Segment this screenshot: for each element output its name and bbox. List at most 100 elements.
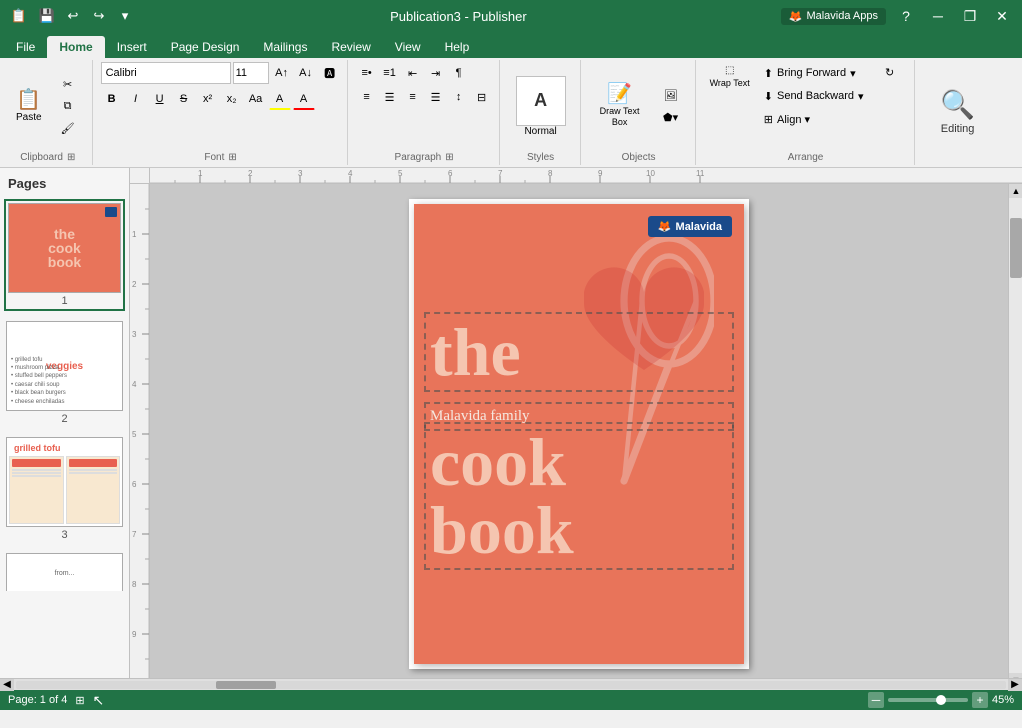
save-button[interactable]: 💾: [36, 5, 58, 27]
svg-text:8: 8: [548, 169, 553, 178]
tab-home[interactable]: Home: [47, 36, 104, 58]
tab-page-design[interactable]: Page Design: [159, 36, 252, 58]
layout-icon[interactable]: ⊞: [75, 694, 84, 707]
customize-quick-access-button[interactable]: ▾: [114, 5, 136, 27]
line-spacing-button[interactable]: ↕: [448, 86, 470, 108]
bring-forward-dropdown[interactable]: ▾: [850, 67, 856, 80]
editing-button[interactable]: 🔍 Editing: [923, 84, 993, 139]
svg-text:9: 9: [132, 630, 137, 639]
help-button[interactable]: ?: [894, 4, 918, 28]
underline-button[interactable]: U: [149, 88, 171, 110]
minimize-button[interactable]: ─: [926, 4, 950, 28]
wrap-text-button[interactable]: ⬚ Wrap Text: [704, 62, 756, 91]
scroll-track[interactable]: [1009, 198, 1022, 673]
picture-button[interactable]: 🖼: [653, 85, 689, 105]
font-shrink-button[interactable]: A↓: [295, 62, 317, 84]
subscript-button[interactable]: x₂: [221, 88, 243, 110]
align-left-button[interactable]: ≡: [356, 86, 378, 108]
editing-content: 🔍 Editing: [923, 62, 993, 161]
highlight-button[interactable]: A: [269, 88, 291, 110]
cut-button[interactable]: ✂: [50, 74, 86, 94]
send-backward-button[interactable]: ⬇ Send Backward ▾: [760, 85, 868, 107]
zoom-out-button[interactable]: ─: [868, 692, 884, 708]
font-name-input[interactable]: [101, 62, 231, 84]
indent-more-button[interactable]: ⇥: [425, 62, 447, 84]
paragraph-group: ≡• ≡1 ⇤ ⇥ ¶ ≡ ☰ ≡ ☰ ↕ ⊟ Paragraph ⊞: [350, 60, 500, 165]
tab-mailings[interactable]: Mailings: [251, 36, 319, 58]
bullets-button[interactable]: ≡•: [356, 62, 378, 84]
font-expand-icon[interactable]: ⊞: [228, 152, 236, 163]
show-hide-button[interactable]: ¶: [448, 62, 470, 84]
superscript-button[interactable]: x²: [197, 88, 219, 110]
tab-help[interactable]: Help: [433, 36, 482, 58]
tab-file[interactable]: File: [4, 36, 47, 58]
draw-text-box-button[interactable]: 📝 Draw Text Box: [589, 76, 651, 136]
clear-format-button[interactable]: 🅰: [319, 62, 341, 84]
undo-button[interactable]: ↩: [62, 5, 84, 27]
bring-forward-button[interactable]: ⬆ Bring Forward ▾: [760, 62, 868, 84]
page-info: Page: 1 of 4: [8, 694, 67, 706]
format-painter-icon: 🖌: [61, 122, 75, 135]
format-painter-button[interactable]: 🖌: [50, 118, 86, 138]
scroll-up-button[interactable]: ▲: [1009, 184, 1022, 198]
clipboard-expand-icon[interactable]: ⊞: [67, 152, 75, 163]
column-button[interactable]: ⊟: [471, 86, 493, 108]
scroll-left-button[interactable]: ◀: [0, 679, 14, 691]
svg-text:3: 3: [132, 330, 137, 339]
send-backward-dropdown[interactable]: ▾: [858, 90, 864, 103]
shapes-button[interactable]: ⬟▾: [653, 107, 689, 127]
strikethrough-button[interactable]: S: [173, 88, 195, 110]
arrange-stack-wrap: ⬚ Wrap Text: [704, 62, 756, 150]
copy-icon: ⧉: [64, 100, 72, 113]
paste-button[interactable]: 📋 Paste: [10, 76, 48, 136]
italic-button[interactable]: I: [125, 88, 147, 110]
tab-insert[interactable]: Insert: [105, 36, 159, 58]
hscroll-thumb[interactable]: [216, 681, 276, 689]
font-size-input[interactable]: [233, 62, 269, 84]
content-area: 1 2 3 4 5 6 7: [130, 168, 1022, 678]
scroll-down-button[interactable]: ▼: [1009, 673, 1022, 678]
draw-text-box-label: Draw Text Box: [595, 106, 645, 128]
bold-button[interactable]: B: [101, 88, 123, 110]
styles-button[interactable]: A Normal: [508, 72, 574, 141]
the-text-box[interactable]: the: [424, 312, 734, 392]
align-icon: ⊞: [764, 113, 773, 126]
page-thumbnail-4: from...: [6, 553, 123, 591]
scroll-thumb[interactable]: [1010, 218, 1022, 278]
align-justify-button[interactable]: ☰: [425, 86, 447, 108]
align-center-button[interactable]: ☰: [379, 86, 401, 108]
zoom-in-button[interactable]: +: [972, 692, 988, 708]
close-button[interactable]: ✕: [990, 4, 1014, 28]
document-page[interactable]: 🦊 Malavida the Malavida family: [414, 204, 744, 664]
maximize-button[interactable]: ❐: [958, 4, 982, 28]
align-button[interactable]: ⊞ Align ▾: [760, 108, 868, 130]
page-thumb-3[interactable]: grilled tofu 3: [4, 435, 125, 543]
rotate-button[interactable]: ↻: [872, 62, 908, 82]
cookbook-text-box[interactable]: cook book: [424, 422, 734, 570]
tab-review[interactable]: Review: [319, 36, 382, 58]
zoom-thumb[interactable]: [936, 695, 946, 705]
page-thumbnail-1: thecookbook: [8, 203, 121, 293]
page-container: 🦊 Malavida the Malavida family: [409, 199, 749, 669]
indent-less-button[interactable]: ⇤: [402, 62, 424, 84]
align-right-button[interactable]: ≡: [402, 86, 424, 108]
font-color-button[interactable]: A: [293, 88, 315, 110]
svg-text:8: 8: [132, 580, 137, 589]
numbering-button[interactable]: ≡1: [379, 62, 401, 84]
clipboard-content: 📋 Paste ✂ ⧉ 🖌: [10, 62, 86, 150]
scroll-right-button[interactable]: ▶: [1008, 679, 1022, 691]
copy-button[interactable]: ⧉: [50, 96, 86, 116]
paragraph-expand-icon[interactable]: ⊞: [445, 152, 453, 163]
hscroll-track[interactable]: [16, 681, 1006, 689]
page-thumb-2[interactable]: veggies • grilled tofu• mushroom pizza• …: [4, 319, 125, 427]
redo-button[interactable]: ↪: [88, 5, 110, 27]
case-button[interactable]: Aa: [245, 88, 267, 110]
tab-view[interactable]: View: [383, 36, 433, 58]
font-grow-button[interactable]: A↑: [271, 62, 293, 84]
objects-content: 📝 Draw Text Box 🖼 ⬟▾: [589, 62, 689, 150]
zoom-slider[interactable]: [888, 698, 968, 702]
bring-forward-label: Bring Forward: [777, 67, 846, 79]
doc-area[interactable]: 🦊 Malavida the Malavida family: [150, 184, 1008, 678]
page-thumb-4[interactable]: from...: [4, 551, 125, 591]
page-thumb-1[interactable]: thecookbook 1: [4, 199, 125, 311]
